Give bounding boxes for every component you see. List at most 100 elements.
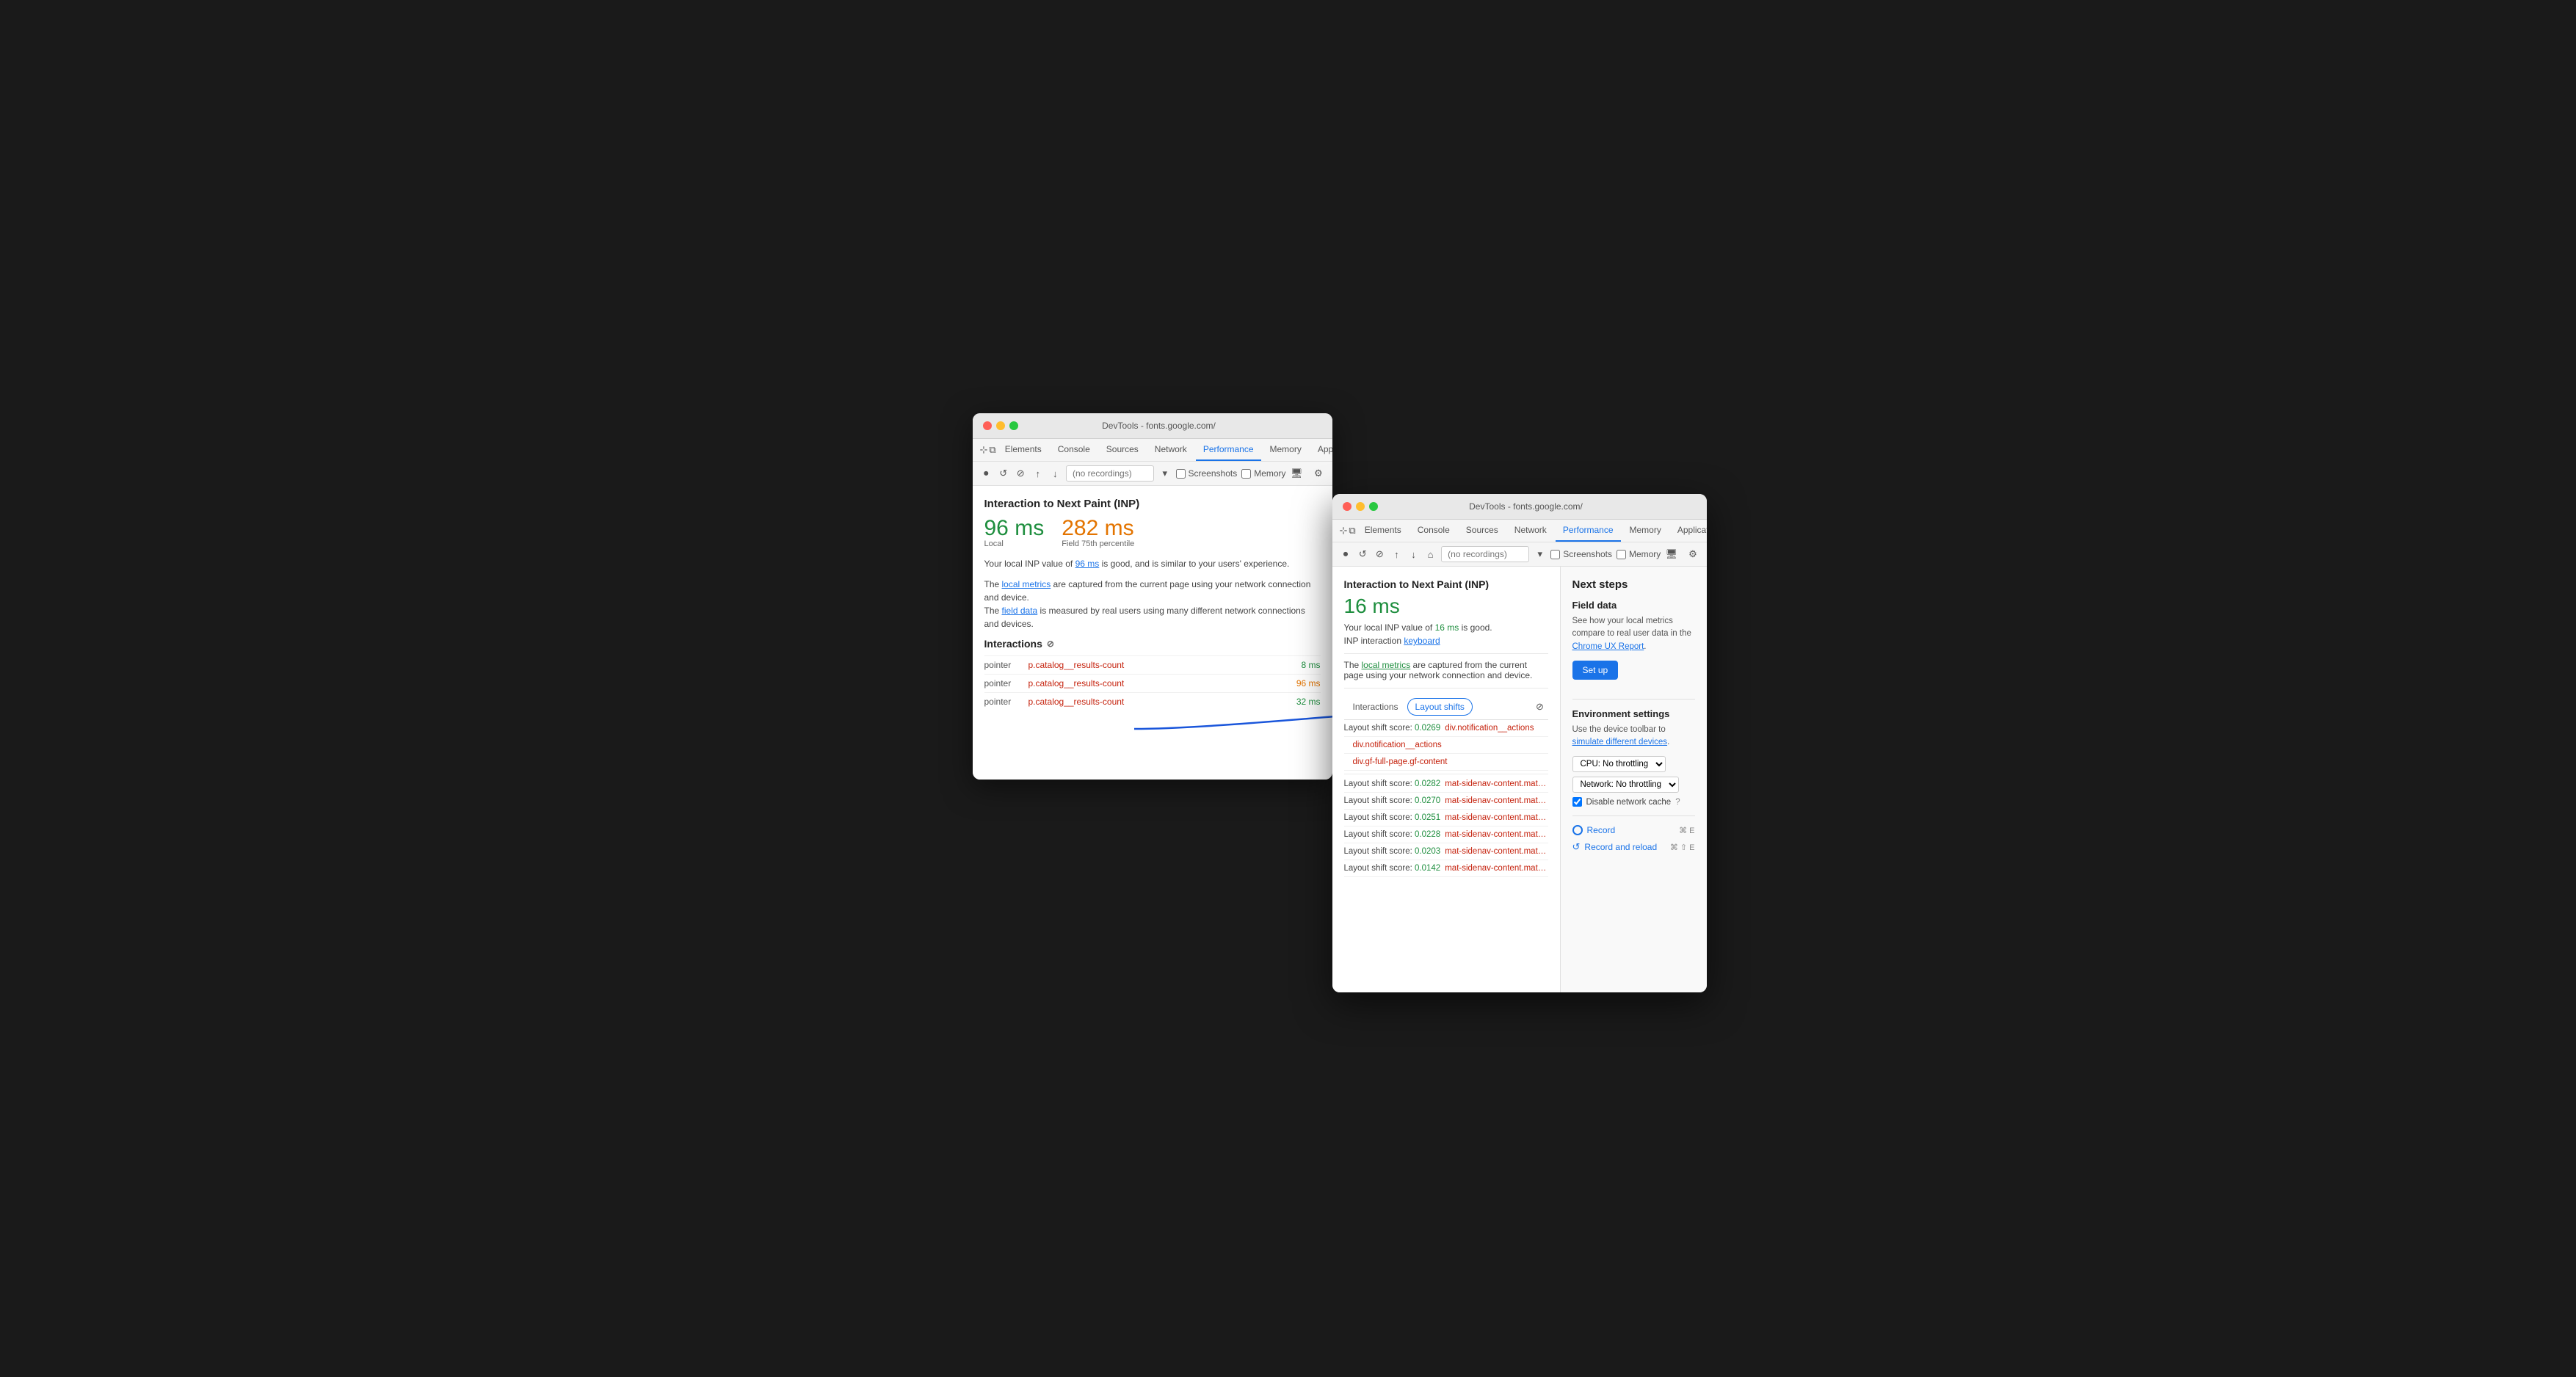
- network-dropdown[interactable]: Network: No throttling: [1572, 777, 1679, 793]
- subtab-interactions[interactable]: Interactions: [1344, 697, 1407, 716]
- memory-checkbox[interactable]: [1241, 469, 1251, 479]
- w2-screenshots-checkbox[interactable]: [1550, 550, 1560, 559]
- screenshots-checkbox-label[interactable]: Screenshots: [1176, 468, 1238, 479]
- record-btn[interactable]: ⏺: [980, 465, 993, 482]
- dropdown-arrow[interactable]: ▾: [1158, 465, 1172, 482]
- w2-tab-performance[interactable]: Performance: [1556, 520, 1621, 542]
- tab-performance[interactable]: Performance: [1196, 439, 1261, 461]
- field-label: Field 75th percentile: [1062, 539, 1134, 548]
- w2-selector-icon[interactable]: ⊹: [1340, 523, 1348, 539]
- w2-inp-val: 16 ms: [1344, 595, 1548, 618]
- tab-console[interactable]: Console: [1051, 439, 1097, 461]
- w2-memory-checkbox-label[interactable]: Memory: [1617, 549, 1661, 559]
- w2-tab-network[interactable]: Network: [1507, 520, 1554, 542]
- local-metrics-link[interactable]: local metrics: [1002, 579, 1051, 589]
- simulate-devices-link[interactable]: simulate different devices: [1572, 738, 1668, 746]
- download-btn[interactable]: ↓: [1049, 465, 1062, 482]
- record-reload-label[interactable]: ↺ Record and reload: [1572, 841, 1658, 853]
- field-data-link[interactable]: field data: [1002, 606, 1038, 616]
- window2-devtools: DevTools - fonts.google.com/ ⊹ ⧉ Element…: [1332, 494, 1707, 992]
- w2-screenshots-checkbox-label[interactable]: Screenshots: [1550, 549, 1612, 559]
- ls-element-3[interactable]: mat-sidenav-content.mat-drawer-content.m…: [1445, 796, 1548, 805]
- device-icon[interactable]: ⧉: [989, 442, 995, 458]
- ls-element-1b[interactable]: div.notification__actions: [1353, 741, 1548, 749]
- subtab-layout-shifts[interactable]: Layout shifts: [1407, 698, 1473, 716]
- w2-recording-input[interactable]: [1441, 546, 1529, 562]
- w2-memory-icon[interactable]: 🖥: [1665, 546, 1677, 562]
- cpu-dropdown[interactable]: CPU: No throttling: [1572, 756, 1666, 772]
- tab-sources[interactable]: Sources: [1099, 439, 1146, 461]
- w2-record-btn[interactable]: ⏺: [1340, 546, 1352, 562]
- recording-input[interactable]: [1066, 465, 1154, 482]
- traffic-light-red[interactable]: [983, 421, 992, 430]
- w2-upload-btn[interactable]: ↑: [1390, 546, 1403, 562]
- ls-element-1c[interactable]: div.gf-full-page.gf-content: [1353, 757, 1548, 766]
- record-label[interactable]: Record: [1572, 825, 1616, 835]
- chrome-ux-link[interactable]: Chrome UX Report: [1572, 642, 1644, 651]
- upload-btn[interactable]: ↑: [1031, 465, 1045, 482]
- w2-settings-icon-2[interactable]: ⚙: [1686, 546, 1699, 562]
- w2-local-metrics-link[interactable]: local metrics: [1362, 660, 1411, 670]
- local-metric: 96 ms Local: [984, 516, 1045, 548]
- settings-icon-2[interactable]: ⚙: [1312, 465, 1325, 482]
- w2-home-btn[interactable]: ⌂: [1424, 546, 1437, 562]
- ls-block-1: Layout shift score: 0.0269 div.notificat…: [1344, 720, 1548, 774]
- ls-row-3: Layout shift score: 0.0270 mat-sidenav-c…: [1344, 793, 1548, 810]
- interaction-row-2: pointer p.catalog__results-count 96 ms: [984, 674, 1321, 692]
- ls-element-6[interactable]: mat-sidenav-content.mat-drawer-content.m…: [1445, 847, 1548, 856]
- reload-btn[interactable]: ↺: [997, 465, 1010, 482]
- ls-element-2[interactable]: mat-sidenav-content.mat-drawer-content.m…: [1445, 780, 1548, 788]
- disable-cache-label: Disable network cache: [1586, 798, 1672, 807]
- ls-element-7[interactable]: mat-sidenav-content.mat-drawer-content.m…: [1445, 864, 1548, 873]
- interactions-icon: ⊘: [1047, 639, 1054, 649]
- keyboard-link[interactable]: keyboard: [1404, 636, 1440, 646]
- ls-score-2: Layout shift score: 0.0282: [1344, 780, 1441, 788]
- w2-tab-memory[interactable]: Memory: [1622, 520, 1669, 542]
- screenshots-checkbox[interactable]: [1176, 469, 1186, 479]
- selector-icon[interactable]: ⊹: [980, 442, 988, 458]
- ls-element-5[interactable]: mat-sidenav-content.mat-drawer-content.m…: [1445, 830, 1548, 839]
- next-steps-sidebar: Next steps Field data See how your local…: [1560, 567, 1707, 992]
- w2-device-icon[interactable]: ⧉: [1349, 523, 1355, 539]
- w2-memory-checkbox[interactable]: [1617, 550, 1626, 559]
- ls-score-1: Layout shift score: 0.0269: [1344, 724, 1441, 733]
- w2-tab-elements[interactable]: Elements: [1357, 520, 1409, 542]
- w2-traffic-light-red[interactable]: [1343, 502, 1352, 511]
- ls-score-5: Layout shift score: 0.0228: [1344, 830, 1441, 839]
- int-target-3[interactable]: p.catalog__results-count: [1028, 697, 1284, 707]
- local-val: 96 ms: [984, 516, 1045, 541]
- clear-btn[interactable]: ⊘: [1015, 465, 1028, 482]
- memory-checkbox-label[interactable]: Memory: [1241, 468, 1285, 479]
- tab-network[interactable]: Network: [1147, 439, 1194, 461]
- ns-env-desc: Use the device toolbar to simulate diffe…: [1572, 724, 1695, 749]
- window1-devtools: DevTools - fonts.google.com/ ⊹ ⧉ Element…: [973, 413, 1332, 780]
- tab-memory[interactable]: Memory: [1263, 439, 1309, 461]
- tab-application[interactable]: Application: [1310, 439, 1332, 461]
- interactions-section: Interactions ⊘ pointer p.catalog__result…: [984, 638, 1321, 711]
- w2-tab-application[interactable]: Application: [1670, 520, 1707, 542]
- field-val: 282 ms: [1062, 516, 1134, 541]
- ls-element-4[interactable]: mat-sidenav-content.mat-drawer-content.m…: [1445, 813, 1548, 822]
- help-icon[interactable]: ?: [1675, 798, 1680, 807]
- ls-row-1b: div.notification__actions: [1344, 737, 1548, 754]
- subtabs-more-icon[interactable]: ⊘: [1532, 699, 1548, 715]
- int-type-2: pointer: [984, 678, 1028, 688]
- w2-clear-btn[interactable]: ⊘: [1374, 546, 1386, 562]
- ls-element-1[interactable]: div.notification__actions: [1445, 724, 1548, 733]
- disable-cache-row: Disable network cache ?: [1572, 797, 1695, 807]
- w2-download-btn[interactable]: ↓: [1407, 546, 1420, 562]
- window2-titlebar: DevTools - fonts.google.com/: [1332, 494, 1707, 520]
- ls-score-3: Layout shift score: 0.0270: [1344, 796, 1441, 805]
- interactions-header: Interactions ⊘: [984, 638, 1321, 650]
- memory-icon[interactable]: 🖥: [1291, 465, 1304, 482]
- w2-tab-console[interactable]: Console: [1410, 520, 1457, 542]
- disable-cache-checkbox[interactable]: [1572, 797, 1582, 807]
- w2-dropdown-arrow[interactable]: ▾: [1534, 546, 1546, 562]
- int-target-2[interactable]: p.catalog__results-count: [1028, 678, 1284, 688]
- ls-row-7: Layout shift score: 0.0142 mat-sidenav-c…: [1344, 860, 1548, 877]
- setup-button[interactable]: Set up: [1572, 661, 1619, 680]
- int-target-1[interactable]: p.catalog__results-count: [1028, 660, 1284, 670]
- w2-tab-sources[interactable]: Sources: [1459, 520, 1506, 542]
- tab-elements[interactable]: Elements: [998, 439, 1049, 461]
- w2-reload-btn[interactable]: ↺: [1357, 546, 1369, 562]
